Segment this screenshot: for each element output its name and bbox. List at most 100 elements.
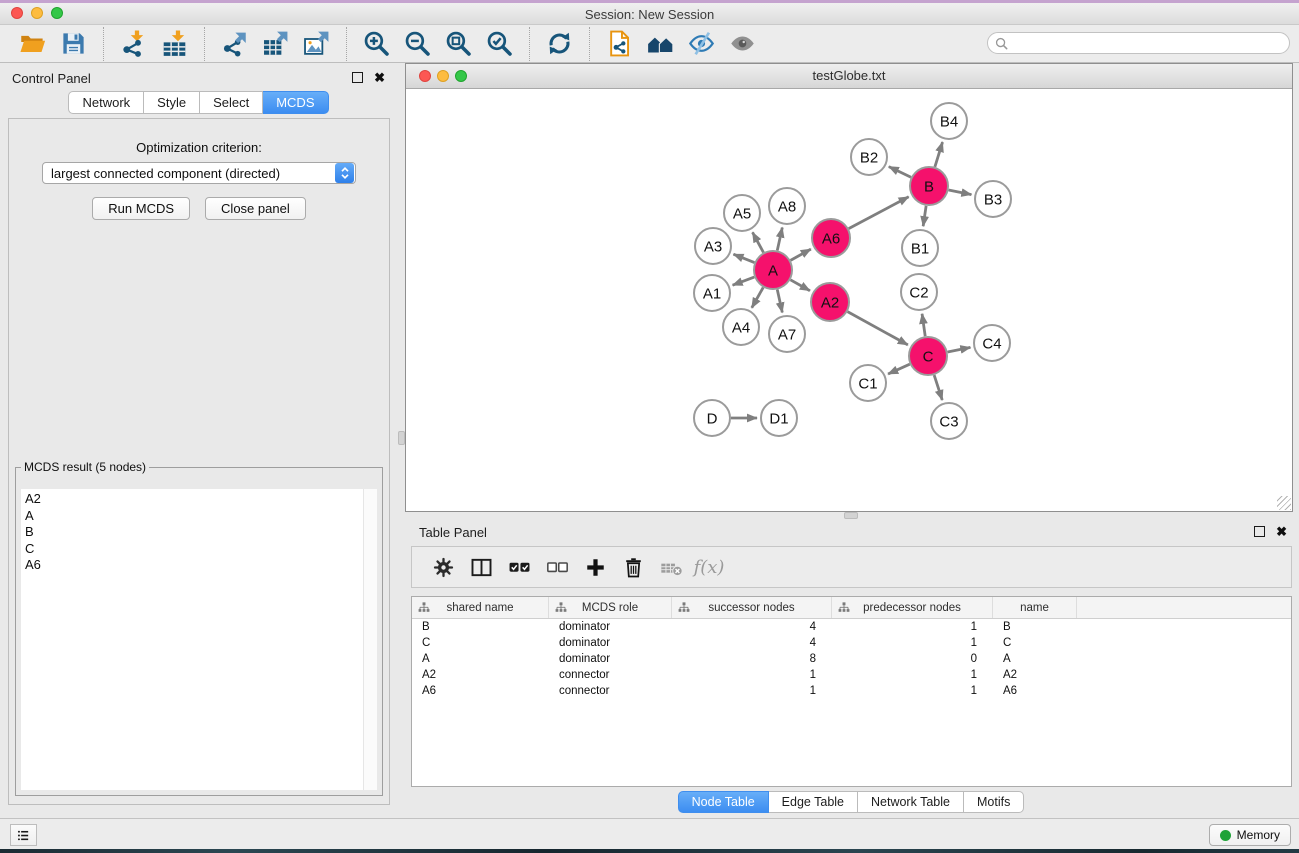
table-settings-button[interactable]: [424, 551, 462, 583]
graph-edge-A2-C[interactable]: [848, 312, 908, 345]
delete-table-button[interactable]: [652, 551, 690, 583]
tab-network[interactable]: Network: [68, 91, 144, 114]
column-header-MCDS-role[interactable]: MCDS role: [549, 597, 672, 618]
resize-grip[interactable]: [1277, 496, 1291, 510]
show-panels-button[interactable]: [640, 27, 681, 61]
graph-node-A1[interactable]: A1: [694, 275, 730, 311]
graph-edge-B-B3[interactable]: [949, 190, 972, 195]
open-session-button[interactable]: [12, 27, 53, 61]
column-header-name[interactable]: name: [993, 597, 1077, 618]
import-table-button[interactable]: [154, 27, 195, 61]
column-header-predecessor-nodes[interactable]: predecessor nodes: [832, 597, 993, 618]
search-field[interactable]: [987, 32, 1290, 54]
split-panel-button[interactable]: [462, 551, 500, 583]
save-session-button[interactable]: [53, 27, 94, 61]
graph-node-A8[interactable]: A8: [769, 188, 805, 224]
graph-node-C3[interactable]: C3: [931, 403, 967, 439]
mcds-result-item[interactable]: B: [25, 524, 377, 541]
tab-edge-table[interactable]: Edge Table: [769, 791, 858, 813]
graph-edge-B-B1[interactable]: [923, 206, 926, 226]
mcds-result-item[interactable]: A2: [25, 491, 377, 508]
graph-node-C4[interactable]: C4: [974, 325, 1010, 361]
search-input[interactable]: [1012, 34, 1289, 52]
graph-node-A5[interactable]: A5: [724, 195, 760, 231]
graph-node-A2[interactable]: A2: [811, 283, 849, 321]
graph-edge-B-B2[interactable]: [889, 167, 911, 178]
graph-node-B4[interactable]: B4: [931, 103, 967, 139]
close-table-panel-icon[interactable]: ✖: [1276, 527, 1287, 537]
graph-node-B1[interactable]: B1: [902, 230, 938, 266]
export-network-button[interactable]: [214, 27, 255, 61]
graph-edge-A-A7[interactable]: [777, 290, 782, 313]
mcds-result-item[interactable]: A6: [25, 557, 377, 574]
zoom-selected-button[interactable]: [479, 27, 520, 61]
refresh-layout-button[interactable]: [539, 27, 580, 61]
delete-column-button[interactable]: [614, 551, 652, 583]
graph-node-C2[interactable]: C2: [901, 274, 937, 310]
minimize-network-window-button[interactable]: [437, 70, 449, 82]
graph-node-B3[interactable]: B3: [975, 181, 1011, 217]
graph-node-A7[interactable]: A7: [769, 316, 805, 352]
zoom-in-button[interactable]: [356, 27, 397, 61]
scrollbar-track[interactable]: [363, 489, 377, 790]
graph-edge-A-A6[interactable]: [791, 249, 811, 260]
network-window-titlebar[interactable]: testGlobe.txt: [406, 64, 1292, 89]
network-canvas[interactable]: B4 B2 B B3 A8A5 A6 B1 A3 A C2 A1 A2 A4 A7 C4 C C1 C3 D D1: [406, 89, 1292, 511]
graph-node-A6[interactable]: A6: [812, 219, 850, 257]
add-column-button[interactable]: [576, 551, 614, 583]
import-network-button[interactable]: [113, 27, 154, 61]
graph-edge-C-C1[interactable]: [888, 364, 910, 374]
graph-node-A4[interactable]: A4: [723, 309, 759, 345]
export-image-button[interactable]: [296, 27, 337, 61]
table-row[interactable]: A2connector11A2: [412, 667, 1291, 683]
close-network-window-button[interactable]: [419, 70, 431, 82]
close-panel-icon[interactable]: ✖: [374, 73, 385, 83]
column-header-shared-name[interactable]: shared name: [412, 597, 549, 618]
graph-edge-C-C4[interactable]: [948, 347, 971, 352]
deselect-all-button[interactable]: [538, 551, 576, 583]
tab-select[interactable]: Select: [200, 91, 263, 114]
graph-edge-C-C3[interactable]: [934, 375, 942, 400]
table-row[interactable]: Adominator80A: [412, 651, 1291, 667]
zoom-fit-button[interactable]: [438, 27, 479, 61]
mcds-result-item[interactable]: C: [25, 541, 377, 558]
function-builder-button[interactable]: f(x): [690, 551, 728, 583]
select-all-button[interactable]: [500, 551, 538, 583]
table-row[interactable]: Bdominator41B: [412, 619, 1291, 635]
graph-edge-A-A1[interactable]: [733, 277, 755, 285]
tab-style[interactable]: Style: [144, 91, 200, 114]
graph-node-D[interactable]: D: [694, 400, 730, 436]
graph-edge-C-C2[interactable]: [922, 314, 925, 336]
close-panel-button[interactable]: Close panel: [205, 197, 306, 220]
graph-node-D1[interactable]: D1: [761, 400, 797, 436]
mcds-result-item[interactable]: A: [25, 508, 377, 525]
tab-mcds[interactable]: MCDS: [263, 91, 328, 114]
run-mcds-button[interactable]: Run MCDS: [92, 197, 190, 220]
graph-node-A3[interactable]: A3: [695, 228, 731, 264]
graph-edge-B-B4[interactable]: [935, 142, 943, 167]
float-table-panel-icon[interactable]: [1254, 526, 1265, 537]
table-row[interactable]: A6connector11A6: [412, 683, 1291, 699]
graph-node-A[interactable]: A: [754, 251, 792, 289]
network-from-file-button[interactable]: [599, 27, 640, 61]
tab-motifs[interactable]: Motifs: [964, 791, 1024, 813]
graph-edge-A-A8[interactable]: [777, 227, 782, 250]
zoom-network-window-button[interactable]: [455, 70, 467, 82]
column-header-successor-nodes[interactable]: successor nodes: [672, 597, 832, 618]
tab-node-table[interactable]: Node Table: [678, 791, 769, 813]
graph-node-B2[interactable]: B2: [851, 139, 887, 175]
hide-selected-button[interactable]: [681, 27, 722, 61]
memory-button[interactable]: Memory: [1209, 824, 1291, 846]
graph-edge-A6-B[interactable]: [849, 197, 909, 229]
graph-edge-A-A2[interactable]: [790, 280, 810, 291]
vertical-splitter-grip[interactable]: [398, 431, 405, 445]
zoom-out-button[interactable]: [397, 27, 438, 61]
graph-node-B[interactable]: B: [910, 167, 948, 205]
graph-edge-A-A4[interactable]: [752, 287, 763, 307]
graph-node-C[interactable]: C: [909, 337, 947, 375]
show-log-button[interactable]: [10, 824, 37, 846]
show-hidden-button[interactable]: [722, 27, 763, 61]
criterion-dropdown[interactable]: largest connected component (directed): [42, 162, 356, 184]
graph-node-C1[interactable]: C1: [850, 365, 886, 401]
float-panel-icon[interactable]: [352, 72, 363, 83]
